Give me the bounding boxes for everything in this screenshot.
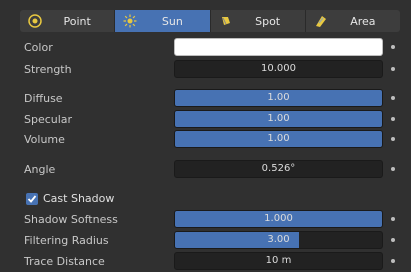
volume-slider[interactable]: 1.00 [174,130,383,148]
tab-area-label: Area [350,14,376,28]
specular-label: Specular [24,113,73,126]
trace-distance-keyframe-dot[interactable] [391,259,395,263]
color-label: Color [24,41,53,54]
cast-shadow-label[interactable]: Cast Shadow [43,190,114,208]
light-type-tabs: Point Sun Spot Area [20,10,400,32]
shadow-softness-label: Shadow Softness [24,213,118,226]
specular-slider[interactable]: 1.00 [174,110,383,128]
angle-row: Angle 0.526° [0,160,411,180]
shadow-softness-row: Shadow Softness 1.000 [0,210,411,230]
diffuse-value: 1.00 [267,92,290,103]
volume-value: 1.00 [267,133,290,144]
trace-distance-field[interactable]: 10 m [174,252,383,270]
volume-row: Volume 1.00 [0,130,411,150]
tab-sun-label: Sun [161,14,183,28]
tab-sun[interactable]: Sun [115,10,211,32]
checkmark-icon [27,195,37,203]
area-light-icon [312,12,330,30]
angle-value: 0.526° [261,163,296,174]
strength-field[interactable]: 10.000 [174,60,383,78]
diffuse-label: Diffuse [24,92,63,105]
point-light-icon [26,12,44,30]
specular-keyframe-dot[interactable] [391,117,395,121]
volume-label: Volume [24,133,65,146]
tab-spot[interactable]: Spot [211,10,306,32]
tab-point[interactable]: Point [20,10,116,32]
strength-row: Strength 10.000 [0,60,411,80]
shadow-softness-slider[interactable]: 1.000 [174,210,383,228]
tab-spot-label: Spot [255,14,281,28]
volume-keyframe-dot[interactable] [391,137,395,141]
color-swatch[interactable] [174,38,383,56]
diffuse-keyframe-dot[interactable] [391,96,395,100]
trace-distance-value: 10 m [265,255,292,266]
trace-distance-label: Trace Distance [24,255,105,268]
shadow-softness-keyframe-dot[interactable] [391,217,395,221]
angle-label: Angle [24,163,56,176]
strength-label: Strength [24,63,72,76]
color-keyframe-dot[interactable] [391,45,395,49]
filtering-radius-slider[interactable]: 3.00 [174,231,383,249]
sun-light-icon [121,12,139,30]
cast-shadow-row: Cast Shadow [0,190,411,210]
strength-value: 10.000 [261,63,296,74]
angle-field[interactable]: 0.526° [174,160,383,178]
specular-value: 1.00 [267,113,290,124]
spot-light-icon [217,12,235,30]
color-row: Color [0,38,411,58]
diffuse-row: Diffuse 1.00 [0,89,411,109]
shadow-softness-value: 1.000 [264,213,293,224]
filtering-radius-label: Filtering Radius [24,234,109,247]
specular-row: Specular 1.00 [0,110,411,130]
tab-point-label: Point [63,14,91,28]
trace-distance-row: Trace Distance 10 m [0,252,411,272]
diffuse-slider[interactable]: 1.00 [174,89,383,107]
filtering-radius-row: Filtering Radius 3.00 [0,231,411,251]
tab-area[interactable]: Area [306,10,400,32]
filtering-radius-keyframe-dot[interactable] [391,238,395,242]
cast-shadow-checkbox[interactable] [26,193,38,205]
angle-keyframe-dot[interactable] [391,167,395,171]
strength-keyframe-dot[interactable] [391,67,395,71]
filtering-radius-value: 3.00 [267,234,290,245]
